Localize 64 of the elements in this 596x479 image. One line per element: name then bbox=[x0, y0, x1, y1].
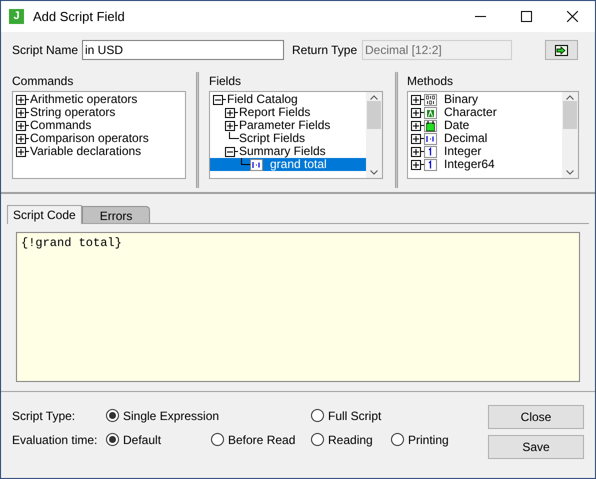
tree-item[interactable]: Commands bbox=[29, 119, 96, 132]
radio-option[interactable]: Default bbox=[106, 430, 211, 448]
close-icon bbox=[566, 11, 578, 22]
radio-option[interactable]: Before Read bbox=[211, 430, 311, 448]
dialog-button[interactable]: Close bbox=[488, 405, 584, 429]
expand-icon[interactable] bbox=[16, 146, 26, 156]
radio-option[interactable]: Reading bbox=[311, 430, 391, 448]
window-title: Add Script Field bbox=[33, 8, 125, 26]
expand-icon[interactable] bbox=[16, 134, 26, 144]
tab[interactable]: Errors bbox=[82, 206, 150, 223]
scroll-down-icon[interactable] bbox=[566, 170, 574, 175]
radio-button[interactable] bbox=[106, 433, 119, 446]
calendar-icon bbox=[424, 120, 437, 132]
number-one-icon bbox=[424, 158, 437, 170]
tree-item[interactable]: Character bbox=[443, 106, 501, 119]
return-type-label: Return Type bbox=[292, 42, 358, 59]
tree-item[interactable]: Variable declarations bbox=[29, 145, 146, 158]
script-type-label: Script Type: bbox=[12, 408, 76, 424]
commands-label: Commands bbox=[12, 73, 74, 90]
scroll-up-icon[interactable] bbox=[566, 95, 574, 100]
expand-icon[interactable] bbox=[16, 120, 26, 130]
script-code-editor[interactable]: {!grand total} bbox=[16, 232, 580, 382]
dialog-button[interactable]: Save bbox=[488, 435, 584, 459]
evaluation-time-label: Evaluation time: bbox=[12, 432, 98, 448]
tree-item[interactable]: Comparison operators bbox=[29, 132, 153, 145]
tree-item[interactable]: String operators bbox=[29, 106, 120, 119]
commands-list[interactable]: Arithmetic operators String operators Commands Comparison operators Variable declarations bbox=[12, 91, 186, 179]
insert-button[interactable] bbox=[545, 40, 578, 60]
radio-button[interactable] bbox=[311, 433, 324, 446]
expand-icon[interactable] bbox=[16, 94, 26, 104]
radio-button[interactable] bbox=[391, 433, 404, 446]
script-name-field[interactable]: in USD bbox=[82, 40, 284, 60]
expand-icon[interactable] bbox=[16, 108, 26, 118]
letter-icon bbox=[424, 106, 437, 118]
radio-button[interactable] bbox=[211, 433, 224, 446]
expand-icon[interactable] bbox=[411, 146, 421, 156]
return-type-field: Decimal [12:2] bbox=[362, 40, 512, 60]
number-one-icon bbox=[424, 146, 437, 158]
fields-label: Fields bbox=[209, 73, 242, 90]
tree-item[interactable]: Binary bbox=[443, 93, 482, 106]
tree-item[interactable]: Integer64 bbox=[443, 158, 499, 171]
app-logo-icon: J bbox=[9, 9, 24, 24]
binary-digits-icon bbox=[424, 94, 437, 106]
expand-icon[interactable] bbox=[411, 94, 421, 104]
expand-icon[interactable] bbox=[411, 108, 421, 118]
tab[interactable]: Script Code bbox=[7, 205, 82, 224]
radio-button[interactable] bbox=[311, 409, 324, 422]
radio-option[interactable]: Printing bbox=[391, 430, 471, 448]
radio-button[interactable] bbox=[106, 409, 119, 422]
tree-item[interactable]: Date bbox=[443, 119, 474, 132]
expand-icon[interactable] bbox=[411, 134, 421, 144]
tree-item[interactable]: Arithmetic operators bbox=[29, 93, 142, 106]
decimal-number-icon bbox=[424, 132, 437, 144]
scrollbar[interactable] bbox=[562, 92, 578, 178]
maximize-icon bbox=[520, 11, 532, 22]
arrow-into-box-icon bbox=[555, 44, 568, 56]
radio-option[interactable]: Single Expression bbox=[106, 406, 311, 424]
tree-item[interactable]: Integer bbox=[443, 145, 486, 158]
methods-label: Methods bbox=[407, 73, 454, 90]
expand-icon[interactable] bbox=[411, 120, 421, 130]
radio-option[interactable]: Full Script bbox=[311, 406, 431, 424]
tree-item[interactable]: Decimal bbox=[443, 132, 492, 145]
expand-icon[interactable] bbox=[411, 160, 421, 170]
script-name-label: Script Name bbox=[12, 42, 80, 59]
